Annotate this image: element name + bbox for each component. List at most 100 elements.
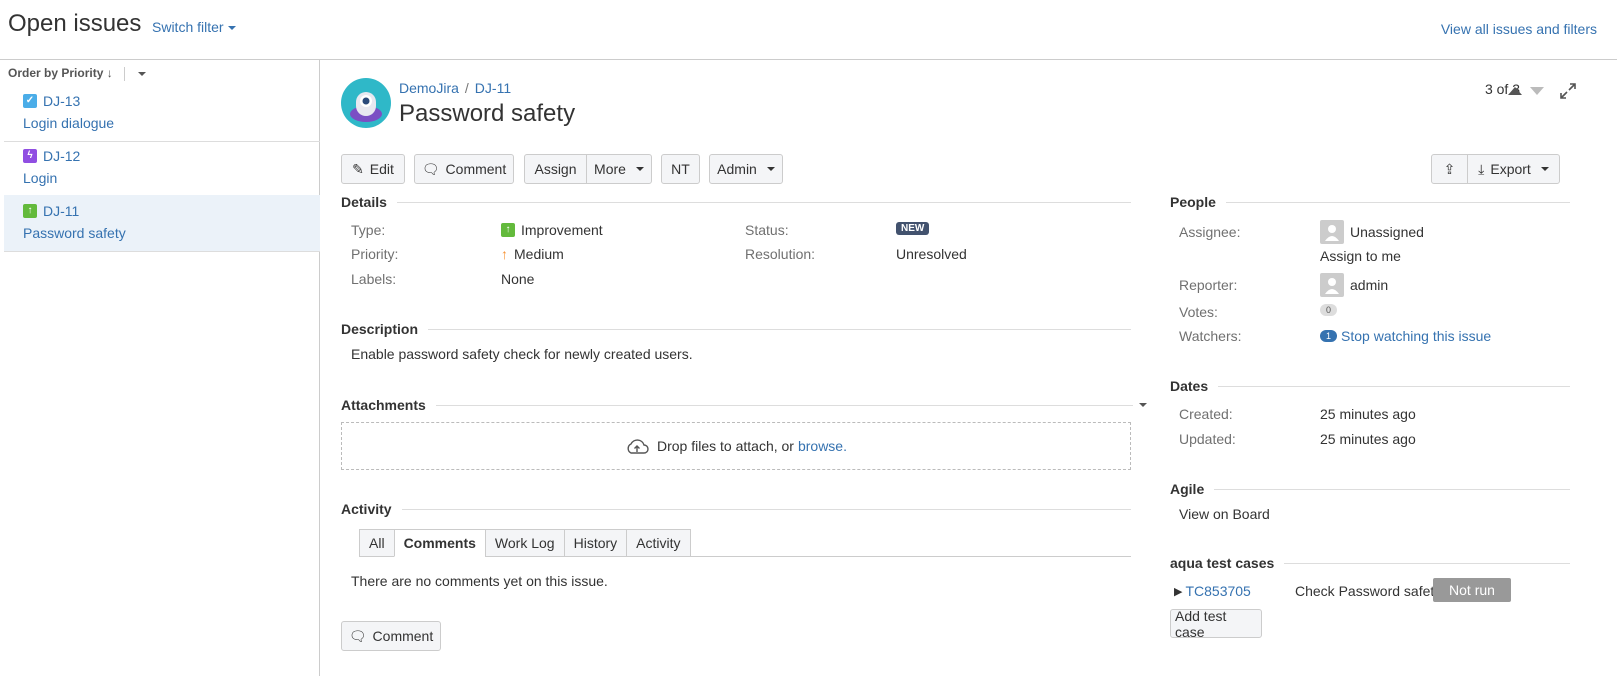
issue-key[interactable]: DJ-11 xyxy=(43,203,79,219)
more-button[interactable]: More xyxy=(586,154,652,184)
issue-summary[interactable]: Password safety xyxy=(23,225,126,241)
add-test-case-button[interactable]: Add test case xyxy=(1170,608,1262,640)
tab-work-log[interactable]: Work Log xyxy=(484,529,565,557)
watchers-badge[interactable]: 1 xyxy=(1320,330,1338,342)
status-label: Status: xyxy=(745,222,789,238)
improvement-icon: ↑ xyxy=(23,204,37,218)
test-status-badge[interactable]: Not run xyxy=(1433,578,1511,602)
add-comment-button[interactable]: 🗨 Comment xyxy=(341,621,441,651)
drop-text: Drop files to attach, or xyxy=(657,438,794,454)
improvement-icon: ↑ xyxy=(501,223,515,237)
divider xyxy=(1225,201,1570,203)
test-case-row[interactable]: ▶ TC853705 xyxy=(1174,583,1251,599)
divider xyxy=(396,201,1131,203)
type-label: Type: xyxy=(351,222,386,238)
order-by-control[interactable]: Order by Priority ↓ xyxy=(8,66,147,81)
switch-filter-label: Switch filter xyxy=(152,19,224,35)
tab-activity[interactable]: Activity xyxy=(626,529,691,557)
assign-to-me-link[interactable]: Assign to me xyxy=(1320,248,1401,264)
admin-button[interactable]: Admin xyxy=(709,154,783,184)
issue-key[interactable]: DJ-12 xyxy=(43,148,80,164)
list-item[interactable]: ϟ DJ-12 Login xyxy=(4,140,320,197)
updated-label: Updated: xyxy=(1179,431,1236,447)
assignee-label: Assignee: xyxy=(1179,224,1241,240)
issue-title: Password safety xyxy=(399,100,576,127)
chevron-down-icon xyxy=(635,167,644,171)
labels-value: None xyxy=(501,271,535,287)
browse-link[interactable]: browse. xyxy=(798,438,847,454)
unassigned-avatar-icon xyxy=(1320,220,1344,244)
chevron-down-icon[interactable] xyxy=(138,71,147,76)
people-section-header: People xyxy=(1170,194,1570,210)
issue-detail: DemoJira / DJ-11 Password safety 3 of 3 ✎ E… xyxy=(321,60,1617,676)
aqua-section-header: aqua test cases xyxy=(1170,555,1570,571)
priority-medium-icon: ↑ xyxy=(501,246,508,262)
divider xyxy=(428,328,1131,330)
issue-summary[interactable]: Login dialogue xyxy=(23,115,114,131)
share-button[interactable]: ⇪ xyxy=(1431,154,1468,184)
previous-issue-icon[interactable] xyxy=(1507,86,1523,96)
nt-button[interactable]: NT xyxy=(661,154,700,184)
list-item[interactable]: ↑ DJ-11 Password safety xyxy=(4,195,320,252)
next-issue-icon[interactable] xyxy=(1529,86,1545,96)
chevron-down-icon xyxy=(766,167,775,171)
chevron-down-icon[interactable] xyxy=(1139,403,1147,407)
description-heading: Description xyxy=(341,321,419,337)
description-section-header: Description xyxy=(341,321,1131,337)
created-value: 25 minutes ago xyxy=(1320,406,1416,422)
details-heading: Details xyxy=(341,194,387,210)
issue-key[interactable]: DJ-13 xyxy=(43,93,80,109)
priority-text: Medium xyxy=(514,246,564,262)
edit-label: Edit xyxy=(369,161,394,177)
list-item[interactable]: ✓ DJ-13 Login dialogue xyxy=(4,85,320,142)
switch-filter-button[interactable]: Switch filter xyxy=(152,19,236,35)
resolution-label: Resolution: xyxy=(745,246,816,262)
breadcrumb: DemoJira / DJ-11 xyxy=(399,80,511,96)
expand-icon[interactable] xyxy=(1559,82,1577,100)
comment-icon: 🗨 xyxy=(421,160,440,177)
agile-section-header: Agile xyxy=(1170,481,1570,497)
reporter-label: Reporter: xyxy=(1179,277,1238,293)
votes-value[interactable]: 0 xyxy=(1320,304,1338,316)
edit-button[interactable]: ✎ Edit xyxy=(341,154,405,184)
priority-value: ↑ Medium xyxy=(501,246,564,262)
reporter-value[interactable]: admin xyxy=(1320,273,1388,297)
view-on-board-link[interactable]: View on Board xyxy=(1179,506,1270,522)
assign-button[interactable]: Assign xyxy=(524,154,587,184)
export-button[interactable]: ⤓ Export xyxy=(1467,154,1560,184)
project-link[interactable]: DemoJira xyxy=(399,80,459,96)
expand-triangle-icon[interactable]: ▶ xyxy=(1174,585,1182,598)
more-label: More xyxy=(594,161,626,177)
download-icon: ⤓ xyxy=(1478,160,1485,177)
tab-history[interactable]: History xyxy=(563,529,628,557)
watchers-value: 1 Stop watching this issue xyxy=(1320,328,1491,344)
votes-label: Votes: xyxy=(1179,304,1218,320)
agile-heading: Agile xyxy=(1170,481,1205,497)
attachments-heading: Attachments xyxy=(341,397,426,413)
divider xyxy=(1214,488,1570,490)
comment-button[interactable]: 🗨 Comment xyxy=(414,154,514,184)
comment-label: Comment xyxy=(445,161,507,177)
issue-key-link[interactable]: DJ-11 xyxy=(475,80,511,96)
people-heading: People xyxy=(1170,194,1216,210)
description-text[interactable]: Enable password safety check for newly c… xyxy=(351,346,693,362)
tab-comments[interactable]: Comments xyxy=(393,529,486,557)
no-comments-text: There are no comments yet on this issue. xyxy=(351,573,608,589)
watchers-label: Watchers: xyxy=(1179,328,1242,344)
created-label: Created: xyxy=(1179,406,1233,422)
tab-all[interactable]: All xyxy=(359,529,395,557)
epic-icon: ϟ xyxy=(23,149,37,163)
updated-value: 25 minutes ago xyxy=(1320,431,1416,447)
arrow-down-icon: ↓ xyxy=(106,66,113,80)
divider xyxy=(1218,385,1570,387)
test-case-id-link[interactable]: TC853705 xyxy=(1185,583,1250,599)
issue-summary[interactable]: Login xyxy=(23,170,57,186)
reporter-text: admin xyxy=(1350,277,1389,293)
stop-watching-link[interactable]: Stop watching this issue xyxy=(1341,328,1491,344)
task-icon: ✓ xyxy=(23,94,37,108)
divider xyxy=(1284,562,1570,564)
attachment-dropzone[interactable]: Drop files to attach, or browse. xyxy=(341,422,1131,470)
view-all-issues-link[interactable]: View all issues and filters xyxy=(1441,21,1597,37)
status-badge: NEW xyxy=(896,222,930,235)
test-case-name-link[interactable]: Check Password safety xyxy=(1295,583,1441,599)
